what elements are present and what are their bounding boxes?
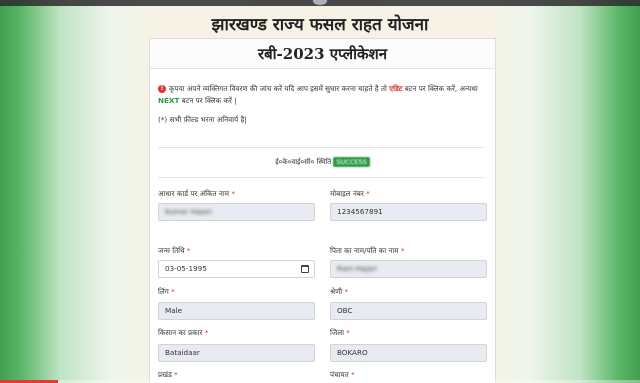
warning-icon: ! (158, 85, 166, 93)
mobile-field[interactable]: 1234567891 (330, 203, 487, 221)
divider (158, 147, 485, 148)
status-badge: SUCCESS (333, 157, 370, 167)
block-label: प्रखंड * (158, 370, 178, 379)
notice-before: कृपया अपने व्यक्तिगत विवरण की जांच करें … (169, 84, 390, 93)
application-card: रबी-2023 एप्लीकेशन ! कृपया अपने व्यक्तिगत… (149, 38, 496, 383)
district-field[interactable]: BOKARO (330, 344, 487, 362)
dob-field[interactable]: 03-05-1995 (158, 260, 315, 278)
video-top-bar (0, 0, 640, 6)
farmer-type-label: किसान का प्रकार * (158, 328, 209, 337)
mandatory-note: (*) सभी फ़ील्ड भरना अनिवार्य है| (158, 115, 247, 124)
father-name-label: पिता का नाम/पति का नाम * (330, 246, 405, 255)
aadhaar-name-field[interactable]: Kumar Hajari (158, 203, 315, 221)
category-field[interactable]: OBC (330, 302, 487, 320)
page-title: झारखण्ड राज्य फसल राहत योजना (211, 15, 429, 35)
calendar-icon[interactable] (301, 265, 309, 273)
ekyc-status-label: ई०के०वाई०सी० स्थिति (275, 158, 332, 166)
notice-edit-word: एडिट (389, 84, 403, 93)
panchayat-label: पंचायत * (330, 370, 355, 379)
district-label: जिला * (330, 328, 350, 337)
farmer-type-field[interactable]: Bataidaar (158, 344, 315, 362)
emblem-icon (313, 0, 327, 5)
notice-middle: बटन पर क्लिक करें, अन्यथा (402, 84, 478, 93)
aadhaar-name-label: आधार कार्ड पर अंकित नाम * (158, 189, 235, 198)
father-name-field[interactable]: Ram Hajari (330, 260, 487, 278)
divider (158, 177, 485, 178)
notice-next-word: NEXT (158, 96, 180, 105)
dob-label: जन्म तिथि * (158, 246, 191, 255)
card-header: रबी-2023 एप्लीकेशन (150, 39, 495, 69)
gender-label: लिंग * (158, 287, 175, 296)
notice-text: ! कृपया अपने व्यक्तिगत विवरण की जांच करें… (158, 83, 488, 107)
notice-after: बटन पर क्लिक करें | (179, 96, 237, 105)
mobile-label: मोबाइल नंबर * (330, 189, 370, 198)
gender-field[interactable]: Male (158, 302, 315, 320)
ekyc-status-row: ई०के०वाई०सी० स्थिति SUCCESS (150, 157, 495, 167)
category-label: श्रेणी * (330, 287, 349, 296)
